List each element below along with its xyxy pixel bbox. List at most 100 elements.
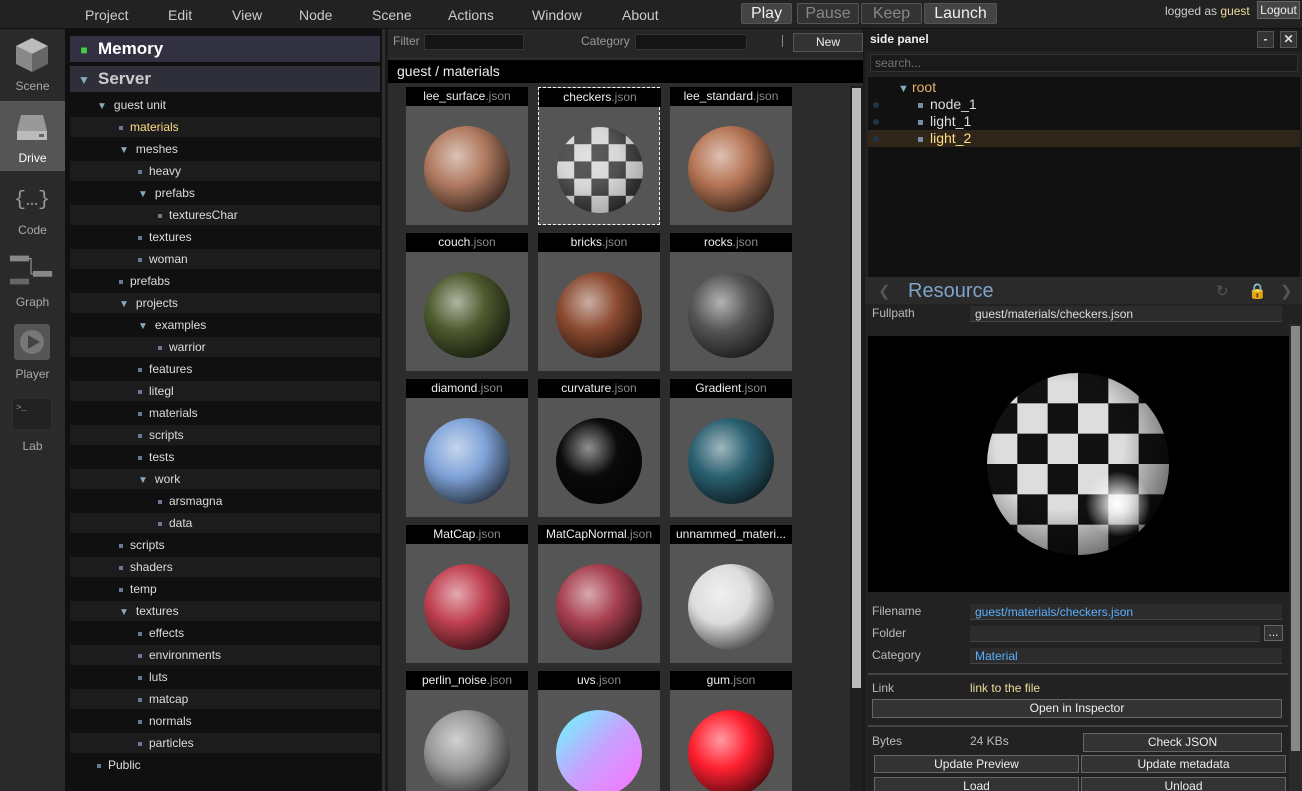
material-card-couch[interactable]: couch.json <box>406 233 528 371</box>
chevron-left-icon[interactable]: ❮ <box>878 282 891 300</box>
scene-node[interactable]: light_2 <box>868 130 1300 147</box>
visibility-dot-icon[interactable] <box>873 119 879 125</box>
menu-actions[interactable]: Actions <box>448 7 494 23</box>
tree-item[interactable]: environments <box>70 645 380 665</box>
tree-item[interactable]: ▼ examples <box>70 315 380 335</box>
scene-node[interactable]: ▼ root <box>868 79 1300 96</box>
side-scrollbar[interactable] <box>1289 324 1302 791</box>
visibility-dot-icon[interactable] <box>873 136 879 142</box>
side-scrollbar-thumb[interactable] <box>1291 326 1300 751</box>
minimize-button[interactable]: - <box>1257 31 1274 48</box>
dock-lab[interactable]: >_ Lab <box>0 389 65 459</box>
tree-item[interactable]: matcap <box>70 689 380 709</box>
logout-button[interactable]: Logout <box>1257 1 1300 19</box>
category-input[interactable] <box>635 34 747 50</box>
folder-field[interactable] <box>970 626 1260 642</box>
scene-search-input[interactable] <box>870 54 1298 72</box>
tree-item[interactable]: normals <box>70 711 380 731</box>
menu-window[interactable]: Window <box>532 7 582 23</box>
material-card-lee-standard[interactable]: lee_standard.json <box>670 87 792 225</box>
files-scrollbar[interactable] <box>850 86 863 791</box>
tree-item[interactable]: shaders <box>70 557 380 577</box>
tree-item[interactable]: materials <box>70 403 380 423</box>
menu-view[interactable]: View <box>232 7 262 23</box>
material-card-gum[interactable]: gum.json <box>670 671 792 791</box>
tree-item[interactable]: ▼ prefabs <box>70 183 380 203</box>
material-card-perlin-noise[interactable]: perlin_noise.json <box>406 671 528 791</box>
tree-item[interactable]: warrior <box>70 337 380 357</box>
tree-item[interactable]: Public <box>70 755 380 775</box>
tree-item[interactable]: ▼ guest unit <box>70 95 380 115</box>
visibility-dot-icon[interactable] <box>873 102 879 108</box>
check-json-button[interactable]: Check JSON <box>1083 733 1282 752</box>
menu-node[interactable]: Node <box>299 7 332 23</box>
dock-player[interactable]: Player <box>0 317 65 387</box>
lock-icon[interactable]: 🔒 <box>1248 282 1267 300</box>
tree-item[interactable]: data <box>70 513 380 533</box>
material-card-checkers[interactable]: checkers.json <box>538 87 661 225</box>
keep-button[interactable]: Keep <box>861 3 922 24</box>
open-in-inspector-button[interactable]: Open in Inspector <box>872 699 1282 718</box>
menu-project[interactable]: Project <box>85 7 129 23</box>
material-card-bricks[interactable]: bricks.json <box>538 233 660 371</box>
tree-item[interactable]: litegl <box>70 381 380 401</box>
tree-item[interactable]: ▼ meshes <box>70 139 380 159</box>
menu-about[interactable]: About <box>622 7 659 23</box>
tree-item[interactable]: temp <box>70 579 380 599</box>
update-metadata-button[interactable]: Update metadata <box>1081 755 1286 773</box>
files-scrollbar-thumb[interactable] <box>852 88 861 688</box>
material-card-unnammed-materi[interactable]: unnammed_materi... <box>670 525 792 663</box>
tree-item[interactable]: heavy <box>70 161 380 181</box>
tree-item[interactable]: ▼ work <box>70 469 380 489</box>
menu-edit[interactable]: Edit <box>168 7 192 23</box>
tree-item[interactable]: woman <box>70 249 380 269</box>
tree-item[interactable]: ▼ textures <box>70 601 380 621</box>
memory-header[interactable]: ■ Memory <box>70 36 380 62</box>
material-card-uvs[interactable]: uvs.json <box>538 671 660 791</box>
server-header[interactable]: ▼ Server <box>70 66 380 92</box>
link-to-file[interactable]: link to the file <box>970 681 1040 695</box>
update-preview-button[interactable]: Update Preview <box>874 755 1079 773</box>
tree-item[interactable]: materials <box>70 117 380 137</box>
tree-item[interactable]: effects <box>70 623 380 643</box>
filter-input[interactable] <box>424 34 524 50</box>
tree-item[interactable]: arsmagna <box>70 491 380 511</box>
scene-node[interactable]: node_1 <box>868 96 1300 113</box>
tree-item[interactable]: texturesChar <box>70 205 380 225</box>
tree-item[interactable]: textures <box>70 227 380 247</box>
tree-item[interactable]: tests <box>70 447 380 467</box>
refresh-icon[interactable]: ↻ <box>1216 282 1229 300</box>
load-button[interactable]: Load <box>874 777 1079 791</box>
menu-scene[interactable]: Scene <box>372 7 412 23</box>
expand-arrow-icon[interactable]: ▼ <box>898 83 912 95</box>
tree-item[interactable]: scripts <box>70 535 380 555</box>
new-button[interactable]: New <box>793 33 863 52</box>
unload-button[interactable]: Unload <box>1081 777 1286 791</box>
tree-item[interactable]: features <box>70 359 380 379</box>
launch-button[interactable]: Launch <box>924 3 997 24</box>
category-field[interactable]: Material <box>970 648 1282 664</box>
filename-field[interactable]: guest/materials/checkers.json <box>970 604 1282 620</box>
dock-scene[interactable]: Scene <box>0 29 65 99</box>
material-card-lee-surface[interactable]: lee_surface.json <box>406 87 528 225</box>
tree-item[interactable]: ▼ projects <box>70 293 380 313</box>
pause-button[interactable]: Pause <box>797 3 859 24</box>
chevron-right-icon[interactable]: ❯ <box>1280 282 1293 300</box>
material-card-matcapnormal[interactable]: MatCapNormal.json <box>538 525 660 663</box>
dock-drive[interactable]: Drive <box>0 101 65 171</box>
material-card-gradient[interactable]: Gradient.json <box>670 379 792 517</box>
tree-item[interactable]: scripts <box>70 425 380 445</box>
dock-graph[interactable]: Graph <box>0 245 65 315</box>
material-card-diamond[interactable]: diamond.json <box>406 379 528 517</box>
scene-node[interactable]: light_1 <box>868 113 1300 130</box>
dock-code[interactable]: {…} Code <box>0 173 65 243</box>
folder-browse-button[interactable]: ... <box>1264 625 1283 641</box>
material-card-curvature[interactable]: curvature.json <box>538 379 660 517</box>
fullpath-field[interactable]: guest/materials/checkers.json <box>970 306 1282 322</box>
tree-item[interactable]: particles <box>70 733 380 753</box>
tree-item[interactable]: prefabs <box>70 271 380 291</box>
play-button[interactable]: Play <box>741 3 792 24</box>
close-button[interactable]: ✕ <box>1280 31 1297 48</box>
material-card-rocks[interactable]: rocks.json <box>670 233 792 371</box>
tree-item[interactable]: luts <box>70 667 380 687</box>
